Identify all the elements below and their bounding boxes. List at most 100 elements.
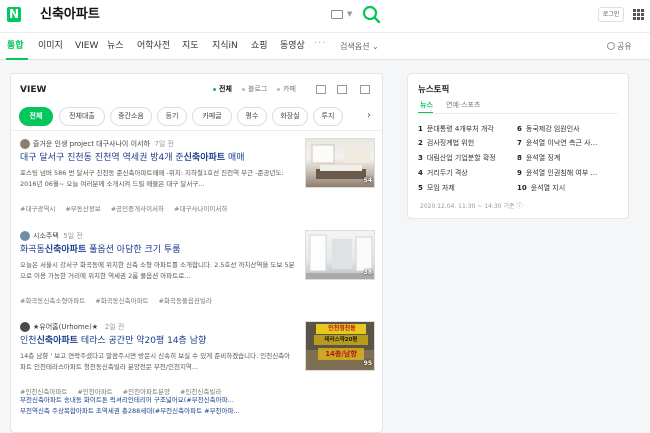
chip-noise[interactable]: 중간소음 xyxy=(110,107,152,126)
tab-entertainment-sports[interactable]: 연예·스포츠 xyxy=(446,100,480,110)
filter-dot xyxy=(213,88,216,91)
title-text[interactable]: 풀옵션 아담한 크기 투룸 xyxy=(86,245,180,255)
post-thumbnail[interactable]: 38 xyxy=(305,230,375,280)
keyboard-icon[interactable] xyxy=(331,10,343,19)
login-button[interactable]: 로그인 xyxy=(598,7,624,22)
tab-integrated[interactable]: 통합 xyxy=(7,40,24,52)
post-title[interactable]: 대구 달서구 진천동 진천역 역세권 방4개 준신축아파트 매매 xyxy=(20,152,295,165)
post-description[interactable]: 오늘은 서울시 강서구 화곡동에 위치한 신축 소형 아파트를 소개합니다. 2… xyxy=(20,260,296,282)
more-tabs-button[interactable]: ··· xyxy=(314,38,327,49)
title-text[interactable]: 대구 달서구 진천동 진천역 역세권 방4개 준 xyxy=(20,153,184,163)
topic-text[interactable]: 모임 자제 xyxy=(427,184,455,192)
search-input[interactable]: 신축아파트 xyxy=(40,6,100,24)
post-title[interactable]: 화곡동신축아파트 풀옵션 아담한 크기 투룸 xyxy=(20,244,295,257)
list-view-icon[interactable] xyxy=(316,85,326,94)
hashtag[interactable]: #화곡동풀옵션빌라 xyxy=(159,295,212,307)
chip-all[interactable]: 전체 xyxy=(19,107,53,126)
section-title: VIEW xyxy=(20,85,47,95)
hashtag[interactable]: #공인중개사이서하 xyxy=(111,203,164,215)
title-highlight[interactable]: 신축아파트 xyxy=(45,245,86,255)
topic-item[interactable]: 9 윤석열 인권침해 여부 ... xyxy=(517,168,612,178)
chip-registry[interactable]: 등기 xyxy=(157,107,187,126)
naver-logo[interactable]: N xyxy=(7,7,21,22)
topic-rank: 3 xyxy=(418,154,423,162)
image-view-icon[interactable] xyxy=(360,85,370,94)
chip-pyeong[interactable]: 평수 xyxy=(237,107,267,126)
hashtag[interactable]: #화곡동신축소형아파트 xyxy=(20,295,85,307)
tab-map[interactable]: 지도 xyxy=(182,40,199,52)
topic-text[interactable]: 문대통령 4개부처 개각 xyxy=(427,125,494,133)
author-name[interactable]: ★유어홈(Urhome)★ xyxy=(33,323,98,331)
tab-news[interactable]: 뉴스 xyxy=(107,40,124,52)
list-item: ★유어홈(Urhome)★ 2일 전 인천신축아파트 테라스 공간만 약20평 … xyxy=(20,321,375,426)
chevron-right-icon[interactable]: › xyxy=(363,110,375,122)
tab-view[interactable]: VIEW xyxy=(75,40,98,52)
tab-knowledge-in[interactable]: 지식iN xyxy=(212,40,238,52)
view-section: VIEW 전체 블로그 카페 전체 전체대출 중간소음 등기 카페글 평수 화장… xyxy=(10,73,383,433)
topic-item[interactable]: 2 검사징계법 위헌 xyxy=(418,138,513,148)
post-date: 5일 전 xyxy=(63,232,83,240)
topic-item[interactable]: 1 문대통령 4개부처 개각 xyxy=(418,124,513,134)
related-posts: 부천신축아파트 송내동 화이트톤 럭셔리인테리어 구조넓어요(#부천신축아파..… xyxy=(20,395,375,417)
topic-text[interactable]: 동국제강 임원인사 xyxy=(526,125,580,133)
topic-item[interactable]: 4 거리두기 격상 xyxy=(418,168,513,178)
topic-text[interactable]: 윤석열 이낙연 측근 사... xyxy=(526,139,597,147)
topic-text[interactable]: 윤석열 지시 xyxy=(531,184,565,192)
author-name[interactable]: 즐거운 인생 project 대구사나이 이서하 xyxy=(33,140,150,148)
topic-item[interactable]: 3 대림산업 기업분할 확정 xyxy=(418,153,513,163)
title-text[interactable]: 인천 xyxy=(20,336,37,346)
search-icon[interactable] xyxy=(361,4,381,24)
topic-text[interactable]: 윤석열 징계 xyxy=(526,154,560,162)
chip-cafe-post[interactable]: 카페글 xyxy=(192,107,232,126)
list-item: 즐거운 인생 project 대구사나이 이서하 7일 전 대구 달서구 진천동… xyxy=(20,138,375,218)
topic-text[interactable]: 검사징계법 위헌 xyxy=(427,139,474,147)
topic-item[interactable]: 10 윤석열 지시 xyxy=(517,183,612,193)
tab-shopping[interactable]: 쇼핑 xyxy=(251,40,268,52)
chip-investment[interactable]: 투지 xyxy=(313,107,343,126)
post-thumbnail[interactable]: 54 xyxy=(305,138,375,188)
image-count: 38 xyxy=(363,269,372,276)
title-text[interactable]: 테라스 공간만 약20평 14층 남향 xyxy=(78,336,206,346)
hashtag[interactable]: #화곡동신축아파트 xyxy=(95,295,148,307)
related-post-link[interactable]: 부천역신축 주상복합아파트 초역세권 총288세대(#부천신축아파트 #부천아파… xyxy=(20,406,375,417)
related-post-link[interactable]: 부천신축아파트 송내동 화이트톤 럭셔리인테리어 구조넓어요(#부천신축아파..… xyxy=(20,395,375,406)
hashtag[interactable]: #부동산정보 xyxy=(65,203,100,215)
hashtag[interactable]: #대구광역시 xyxy=(20,203,55,215)
share-button[interactable]: 공유 xyxy=(617,41,632,52)
topic-text[interactable]: 윤석열 인권침해 여부 ... xyxy=(526,169,597,177)
topic-item[interactable]: 6 동국제강 임원인사 xyxy=(517,124,612,134)
topic-item[interactable]: 8 윤석열 징계 xyxy=(517,153,612,163)
post-title[interactable]: 인천신축아파트 테라스 공간만 약20평 14층 남향 xyxy=(20,335,295,348)
topic-item[interactable]: 5 모임 자제 xyxy=(418,183,513,193)
search-options-button[interactable]: 검색옵션 ⌄ xyxy=(340,41,379,52)
share-icon[interactable] xyxy=(607,42,615,50)
post-description[interactable]: 14층 남향 ' 보고 연락주셨다고 말씀주시면 방문시 신속히 보실 수 있게… xyxy=(20,351,296,373)
title-text[interactable]: 화곡동 xyxy=(20,245,45,255)
tab-images[interactable]: 이미지 xyxy=(38,40,63,52)
grid-view-icon[interactable] xyxy=(337,85,347,94)
author-name[interactable]: 시소주택 xyxy=(33,232,59,240)
post-thumbnail[interactable]: 인천청천동 테라스약20평 14층/남향 95 xyxy=(305,321,375,371)
filter-blog[interactable]: 블로그 xyxy=(248,84,267,95)
grid-menu-icon[interactable] xyxy=(633,9,644,20)
filter-all[interactable]: 전체 xyxy=(219,84,232,95)
topic-text[interactable]: 대림산업 기업분할 확정 xyxy=(427,154,496,162)
hashtag[interactable]: #대구사나이이서하 xyxy=(174,203,227,215)
title-highlight[interactable]: 신축아파트 xyxy=(37,336,78,346)
post-description[interactable]: 포스팅 넘버 586 번 달서구 진천동 준신축아파트매매 -위치: 지하철1호… xyxy=(20,168,296,190)
tab-video[interactable]: 동영상 xyxy=(280,40,305,52)
topic-rank: 5 xyxy=(418,184,423,192)
filter-cafe[interactable]: 카페 xyxy=(283,84,296,95)
search-tabs: 통합 이미지 VIEW 뉴스 어학사전 지도 지식iN 쇼핑 동영상 ··· 검… xyxy=(0,32,650,60)
topic-text[interactable]: 거리두기 격상 xyxy=(427,169,468,177)
chevron-down-icon[interactable]: ▼ xyxy=(347,10,352,18)
title-highlight[interactable]: 신축아파트 xyxy=(184,153,225,163)
topic-rank: 4 xyxy=(418,169,423,177)
topic-rank: 7 xyxy=(517,139,522,147)
tab-dictionary[interactable]: 어학사전 xyxy=(137,40,170,52)
topic-item[interactable]: 7 윤석열 이낙연 측근 사... xyxy=(517,138,612,148)
chip-bathroom[interactable]: 화장실 xyxy=(272,107,308,126)
tab-news-topic[interactable]: 뉴스 xyxy=(420,100,433,110)
chip-loan[interactable]: 전체대출 xyxy=(59,107,105,126)
title-text[interactable]: 매매 xyxy=(225,153,245,163)
